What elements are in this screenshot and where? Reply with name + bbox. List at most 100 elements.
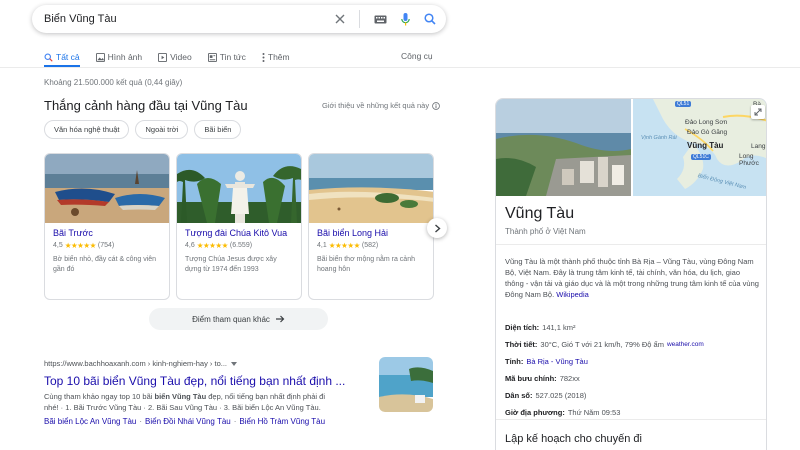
tab-more[interactable]: Thêm (262, 49, 290, 65)
chip-culture[interactable]: Văn hóa nghệ thuật (44, 120, 130, 139)
map-label: Đảo Long Sơn (685, 119, 728, 126)
sight-photo (177, 154, 301, 223)
image-icon (95, 52, 105, 62)
city-map[interactable]: Bà Rịa QL51 Đảo Long Sơn Đảo Gò Găng Vịn… (633, 99, 766, 196)
fact-label: Thời tiết: (505, 340, 538, 349)
map-road-label: QL51C (691, 154, 711, 160)
top-sights-title: Thắng cảnh hàng đầu tại Vũng Tàu (44, 98, 248, 113)
kp-title: Vũng Tàu (505, 205, 575, 222)
clear-icon[interactable] (335, 14, 345, 24)
kp-description-text: Vũng Tàu là một thành phố thuộc tỉnh Bà … (505, 257, 759, 299)
snippet-text: đẹp, nổi tiếng bạn nhất định phải đi (206, 392, 326, 401)
keyboard-icon[interactable] (374, 15, 387, 24)
tab-label: Tin tức (219, 52, 246, 62)
rating-value: 4,6 (185, 242, 195, 249)
about-results-label: Giới thiệu về những kết quả này (322, 101, 430, 110)
fact-weather: Thời tiết: 30°C, Gió T với 21 km/h, 79% … (505, 336, 704, 353)
sight-card-bai-truoc[interactable]: Bãi Trước 4,5 ★★★★★ (754) Bờ biển nhỏ, đ… (44, 153, 170, 300)
triangle-down-icon[interactable] (231, 361, 238, 366)
fact-area: Diện tích: 141,1 km² (505, 319, 704, 336)
province-link[interactable]: Bà Rịa - Vũng Tàu (526, 357, 588, 366)
kp-divider (496, 244, 766, 245)
fact-postal-code: Mã bưu chính: 782xx (505, 370, 704, 387)
map-road-label: QL51 (675, 101, 692, 107)
sight-card-long-hai[interactable]: Bãi biển Long Hải 4,1 ★★★★★ (582) Bãi bi… (308, 153, 434, 300)
fact-label: Mã bưu chính: (505, 374, 557, 383)
star-rating-icon: ★★★★★ (328, 241, 361, 250)
chip-beach[interactable]: Bãi biển (194, 120, 242, 139)
star-rating-icon: ★★★★★ (196, 241, 229, 250)
sight-rating: 4,1 ★★★★★ (582) (317, 241, 425, 250)
map-label: Vịnh Gành Rái (641, 135, 677, 141)
chip-outdoor[interactable]: Ngoài trời (135, 120, 189, 139)
expand-map-button[interactable] (751, 105, 765, 119)
sight-card-christ-statue[interactable]: Tượng đài Chúa Kitô Vua 4,6 ★★★★★ (6.559… (176, 153, 302, 300)
tools-button[interactable]: Công cụ (401, 51, 433, 61)
search-icon[interactable] (424, 13, 436, 25)
fact-value: 30°C, Gió T với 21 km/h, 79% Độ ẩm (540, 340, 664, 349)
result-snippet: Cùng tham khảo ngay top 10 bãi biển Vũng… (44, 391, 366, 413)
sitelink[interactable]: Biển Hồ Tràm Vũng Tàu (239, 417, 325, 426)
search-icon (44, 52, 53, 62)
mic-icon[interactable] (401, 12, 410, 26)
expand-icon (754, 108, 762, 116)
search-divider (359, 10, 360, 28)
sight-description: Bờ biển nhỏ, đầy cát & công viên gần đó (53, 256, 157, 273)
sight-rating: 4,5 ★★★★★ (754) (53, 241, 161, 250)
about-results-link[interactable]: Giới thiệu về những kết quả này (322, 101, 440, 110)
tab-label: Thêm (267, 52, 290, 62)
search-input[interactable]: Biển Vũng Tàu (44, 13, 335, 25)
tab-label: Video (170, 52, 192, 62)
plan-trip-title: Lập kế hoạch cho chuyến đi (505, 433, 642, 445)
sitelink[interactable]: Biển Đồi Nhái Vũng Tàu (145, 417, 231, 426)
map-label-city: Vũng Tàu (687, 141, 724, 150)
fact-value: 141,1 km² (542, 323, 576, 332)
rating-value: 4,5 (53, 242, 63, 249)
fact-value: 527.025 (2018) (535, 391, 587, 400)
result-thumbnail[interactable] (379, 357, 433, 412)
more-vert-icon (262, 52, 265, 62)
fact-value: 782xx (559, 374, 580, 383)
sitelink[interactable]: Bãi biển Lộc An Vũng Tàu (44, 417, 136, 426)
result-title-link[interactable]: Top 10 bãi biển Vũng Tàu đẹp, nổi tiếng … (44, 374, 345, 388)
review-count: (6.559) (229, 242, 253, 249)
weather-source-link[interactable]: weather.com (667, 341, 704, 348)
tab-all[interactable]: Tất cả (44, 49, 80, 65)
fact-label: Dân số: (505, 391, 533, 400)
news-icon (207, 52, 217, 62)
tab-label: Hình ảnh (107, 52, 143, 62)
result-url: https://www.bachhoaxanh.com › kinh-nghie… (44, 359, 238, 368)
wikipedia-link[interactable]: Wikipedia (556, 290, 589, 299)
sight-photo (309, 154, 433, 223)
tab-videos[interactable]: Video (158, 49, 192, 65)
tab-label: Tất cả (56, 52, 80, 62)
kp-subtitle: Thành phố ở Việt Nam (505, 227, 586, 236)
result-stats: Khoảng 21.500.000 kết quả (0,44 giây) (44, 78, 183, 87)
sight-name: Bãi biển Long Hải (317, 228, 389, 238)
arrow-right-icon (275, 315, 285, 323)
carousel-next-button[interactable] (427, 218, 447, 238)
fact-label: Diện tích: (505, 323, 540, 332)
fact-label: Giờ địa phương: (505, 408, 565, 417)
kp-description: Vũng Tàu là một thành phố thuộc tỉnh Bà … (505, 256, 760, 300)
rating-value: 4,1 (317, 242, 327, 249)
snippet-text: Cùng tham khảo ngay top 10 bãi (44, 392, 155, 401)
fact-value: Thứ Năm 09:53 (567, 408, 621, 417)
review-count: (582) (361, 242, 379, 249)
chevron-right-icon (434, 223, 441, 233)
sight-name: Bãi Trước (53, 228, 93, 238)
city-photo[interactable] (496, 99, 631, 196)
map-label: Lang (751, 143, 766, 150)
knowledge-panel: Bà Rịa QL51 Đảo Long Sơn Đảo Gò Găng Vịn… (495, 98, 767, 450)
fact-province: Tỉnh: Bà Rịa - Vũng Tàu (505, 353, 704, 370)
snippet-text: nhé! · 1. Bãi Trước Vũng Tàu · 2. Bãi Sa… (44, 403, 321, 412)
separator: · (139, 417, 143, 426)
sight-photo (45, 154, 169, 223)
search-box[interactable]: Biển Vũng Tàu (32, 5, 446, 33)
filter-chips: Văn hóa nghệ thuật Ngoài trời Bãi biển (44, 120, 242, 139)
more-sights-button[interactable]: Điểm tham quan khác (149, 308, 328, 330)
sight-name: Tượng đài Chúa Kitô Vua (185, 228, 288, 238)
tab-images[interactable]: Hình ảnh (95, 49, 143, 65)
more-sights-label: Điểm tham quan khác (192, 314, 270, 324)
tab-news[interactable]: Tin tức (207, 49, 246, 65)
